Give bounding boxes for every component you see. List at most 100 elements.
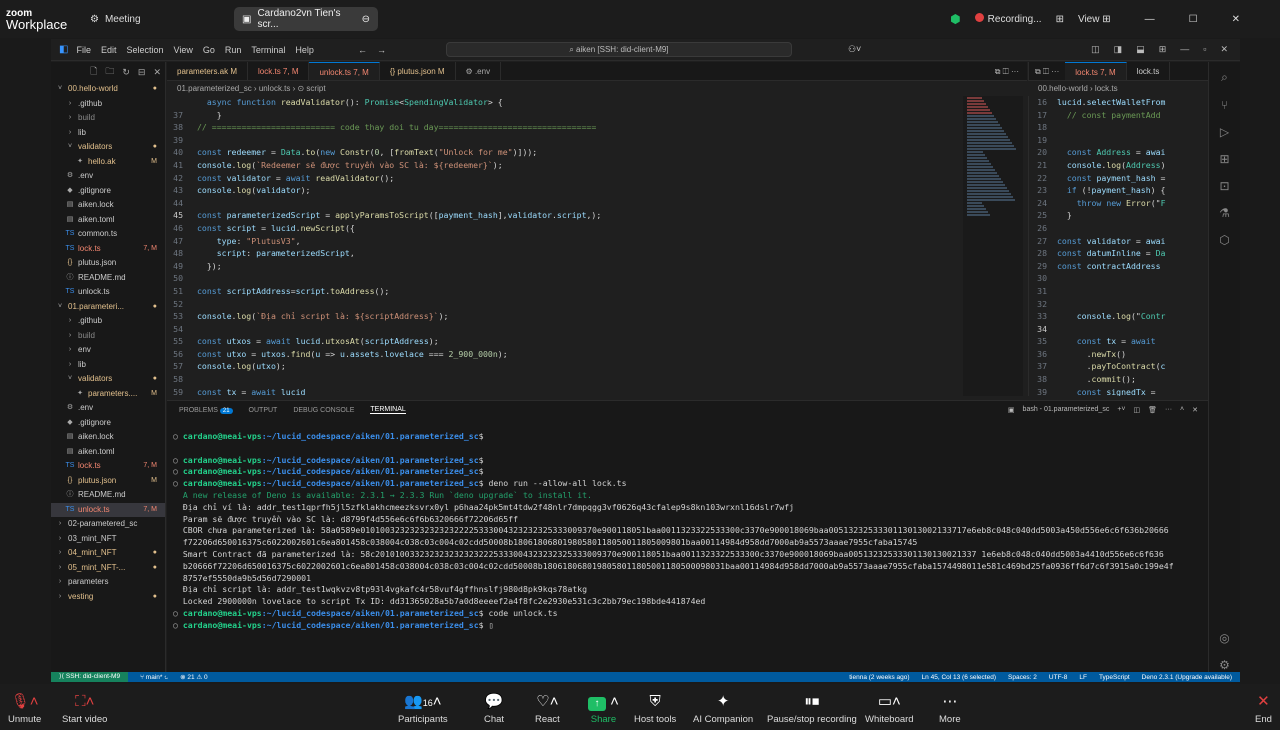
menu-selection[interactable]: Selection (126, 45, 163, 55)
end-of-line[interactable]: LF (1079, 674, 1087, 681)
tree-item[interactable]: ⓘ README.md (51, 271, 165, 286)
tree-item[interactable]: ˅ 01.parameteri... ● (51, 300, 165, 315)
tree-item[interactable]: ˅ validators ● (51, 372, 165, 387)
minimap[interactable] (963, 96, 1023, 396)
code-line[interactable]: 34 (1029, 323, 1208, 336)
code-line[interactable]: 33 console.log("Contr (1029, 310, 1208, 323)
tree-item[interactable]: › lib (51, 358, 165, 373)
tree-item[interactable]: ⚙ .env (51, 401, 165, 416)
search-icon[interactable]: ⌕ (1221, 70, 1228, 85)
new-terminal-icon[interactable]: +˅ (1117, 406, 1125, 414)
cursor-position[interactable]: Ln 45, Col 13 (6 selected) (922, 674, 996, 681)
code-line[interactable]: 35 const tx = await (1029, 335, 1208, 348)
code-line[interactable]: 50 (167, 272, 967, 285)
tree-item[interactable]: ˅ 00.hello-world ● (51, 82, 165, 97)
shared-screen-tab[interactable]: ▣ Cardano2vn Tien's scr... ⊖ (234, 7, 378, 31)
tree-item[interactable]: ⓘ README.md (51, 488, 165, 503)
code-line[interactable]: 32 (1029, 298, 1208, 311)
terminal-output[interactable]: ○ cardano@meai-vps:~/lucid_codespace/aik… (167, 419, 1208, 632)
code-line[interactable]: 27 const validator = awai (1029, 235, 1208, 248)
copilot-icon[interactable]: ⚇˅ (848, 44, 861, 55)
code-line[interactable]: 40 const redeemer = Data.to(new Constr(0,… (167, 146, 967, 159)
tree-item[interactable]: ⚙ .env (51, 169, 165, 184)
code-line[interactable]: 42 const validator = await readValidator(… (167, 172, 967, 185)
code-line[interactable]: 49 }); (167, 260, 967, 273)
pause-recording-button[interactable]: ⏸⏹ Pause/stop recording (767, 692, 857, 725)
menu-file[interactable]: File (76, 45, 91, 55)
extensions-icon[interactable]: ⊞ (1219, 152, 1229, 166)
recording-indicator[interactable]: Recording... (974, 13, 1042, 25)
indentation[interactable]: Spaces: 2 (1008, 674, 1037, 681)
code-line[interactable]: 39 const signedTx = (1029, 386, 1208, 396)
menu-terminal[interactable]: Terminal (251, 45, 285, 55)
close-panel-icon[interactable]: ✕ (1192, 406, 1198, 414)
testing-icon[interactable]: ⚗ (1219, 206, 1230, 220)
editor-tab[interactable]: ⚙ .env (456, 62, 502, 80)
layout-panel-icon[interactable]: ⬓ (1136, 44, 1145, 55)
deno-status[interactable]: Deno 2.3.1 (Upgrade available) (1142, 674, 1240, 681)
tree-item[interactable]: › lib (51, 126, 165, 141)
account-icon[interactable]: ◎ (1219, 631, 1229, 645)
code-line[interactable]: 26 (1029, 222, 1208, 235)
editor-tab[interactable]: parameters.ak M (167, 62, 249, 80)
code-line[interactable]: 22 const payment_hash = (1029, 172, 1208, 185)
code-line[interactable]: 59 const tx = await lucid (167, 386, 967, 396)
editor-tab[interactable]: unlock.ts 7, M (309, 62, 380, 80)
code-line[interactable]: 20 const Address = awai (1029, 146, 1208, 159)
refresh-icon[interactable]: ↻ (122, 67, 130, 78)
tree-item[interactable]: {} plutus.json M (51, 474, 165, 489)
close-editor-icon[interactable]: ✕ (153, 67, 161, 78)
settings-gear-icon[interactable]: ⚙ (1219, 658, 1230, 672)
code-line[interactable]: 58 (167, 373, 967, 386)
maximize-icon[interactable]: ☐ (1189, 14, 1198, 25)
code-line[interactable]: 57 console.log(utxo); (167, 360, 967, 373)
options-icon[interactable]: ⊖ (362, 14, 370, 25)
code-line[interactable]: 41 console.log(`Redeemer sẽ được truyền v… (167, 159, 967, 172)
tree-item[interactable]: ◆ .gitignore (51, 416, 165, 431)
code-line[interactable]: 53 console.log(`Địa chỉ script là: ${scri… (167, 310, 967, 323)
tab-debug-console[interactable]: DEBUG CONSOLE (293, 407, 354, 414)
tree-item[interactable]: › 02-parametered_sc (51, 517, 165, 532)
tree-item[interactable]: TS unlock.ts (51, 285, 165, 300)
code-line[interactable]: 24 throw new Error("F (1029, 197, 1208, 210)
tree-item[interactable]: › .github (51, 97, 165, 112)
code-line[interactable]: 21 console.log(Address) (1029, 159, 1208, 172)
meeting-button[interactable]: ⚙ Meeting (90, 14, 220, 25)
whiteboard-button[interactable]: ▭˄ Whiteboard (865, 692, 914, 725)
start-video-button[interactable]: ⛶˄ Start video (62, 692, 107, 725)
code-line[interactable]: 17 // const paymentAdd (1029, 109, 1208, 122)
host-tools-button[interactable]: ⛨ Host tools (634, 692, 676, 725)
menu-help[interactable]: Help (295, 45, 314, 55)
language-mode[interactable]: TypeScript (1099, 674, 1130, 681)
git-blame[interactable]: tienna (2 weeks ago) (849, 674, 909, 681)
code-line[interactable]: 55 const utxos = await lucid.utxosAt(scri… (167, 335, 967, 348)
tree-item[interactable]: ▤ aiken.lock (51, 430, 165, 445)
new-file-icon[interactable]: 🗋 (90, 64, 97, 80)
encoding[interactable]: UTF-8 (1049, 674, 1067, 681)
code-line[interactable]: 18 (1029, 121, 1208, 134)
kill-terminal-icon[interactable]: 🗑 (1148, 406, 1157, 414)
more-button[interactable]: ⋯ More (939, 692, 961, 725)
right-tab-lock-ts[interactable]: lock.ts 7, M (1065, 62, 1127, 80)
tree-item[interactable]: ˅ validators ● (51, 140, 165, 155)
code-line[interactable]: 46 const script = lucid.newScript({ (167, 222, 967, 235)
code-line[interactable]: 38 .commit(); (1029, 373, 1208, 386)
code-line[interactable]: 56 const utxo = utxos.find(u => u.assets.… (167, 348, 967, 361)
window-minimize-icon[interactable]: — (1180, 44, 1189, 55)
end-button[interactable]: ✕ End (1255, 692, 1272, 725)
editor-actions[interactable]: ⧉ ◫ ··· (987, 62, 1027, 80)
tree-item[interactable]: › env (51, 343, 165, 358)
menu-view[interactable]: View (174, 45, 193, 55)
collapse-all-icon[interactable]: ⊟ (138, 67, 146, 78)
layout-sidebar-icon[interactable]: ◫ (1091, 44, 1100, 55)
code-line[interactable]: 36 .newTx() (1029, 348, 1208, 361)
code-editor[interactable]: async function readValidator(): Promise<… (167, 96, 967, 396)
tab-output[interactable]: OUTPUT (249, 407, 278, 414)
chat-button[interactable]: 💬 Chat (484, 692, 504, 725)
code-line[interactable]: 38 // ========================= code thay… (167, 121, 967, 134)
problems-status[interactable]: ⊗ 21 ⚠ 0 (180, 673, 208, 681)
grid-icon[interactable]: ⊞ (1056, 14, 1064, 25)
minimize-icon[interactable]: — (1145, 14, 1155, 25)
window-restore-icon[interactable]: ▫ (1203, 44, 1206, 55)
code-line[interactable]: 16 lucid.selectWalletFrom (1029, 96, 1208, 109)
